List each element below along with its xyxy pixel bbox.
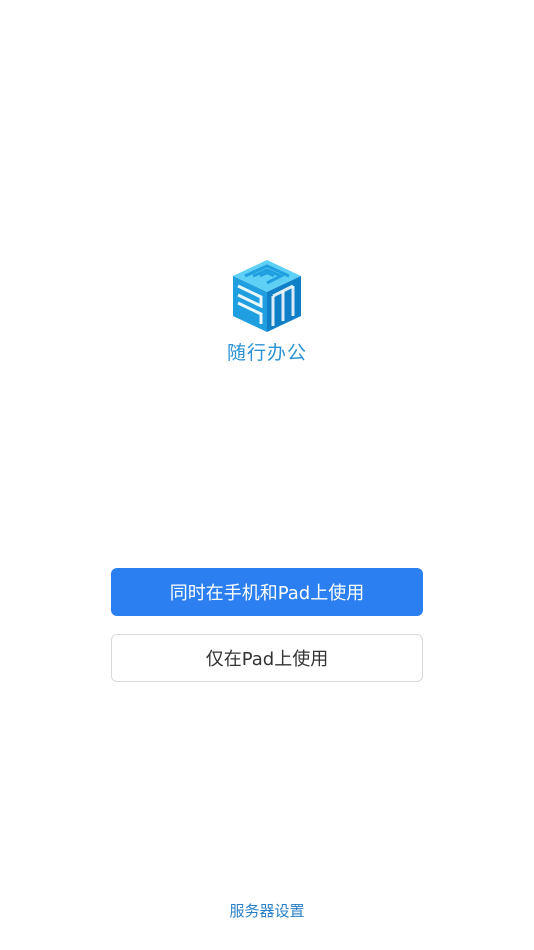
- cube-logo-icon: [233, 260, 301, 332]
- app-branding: 随行办公: [0, 256, 534, 366]
- app-name: 随行办公: [226, 342, 307, 364]
- server-settings-link[interactable]: 服务器设置: [0, 900, 534, 922]
- use-on-pad-only-button[interactable]: 仅在Pad上使用: [111, 634, 423, 682]
- use-on-phone-and-pad-button[interactable]: 同时在手机和Pad上使用: [111, 568, 423, 616]
